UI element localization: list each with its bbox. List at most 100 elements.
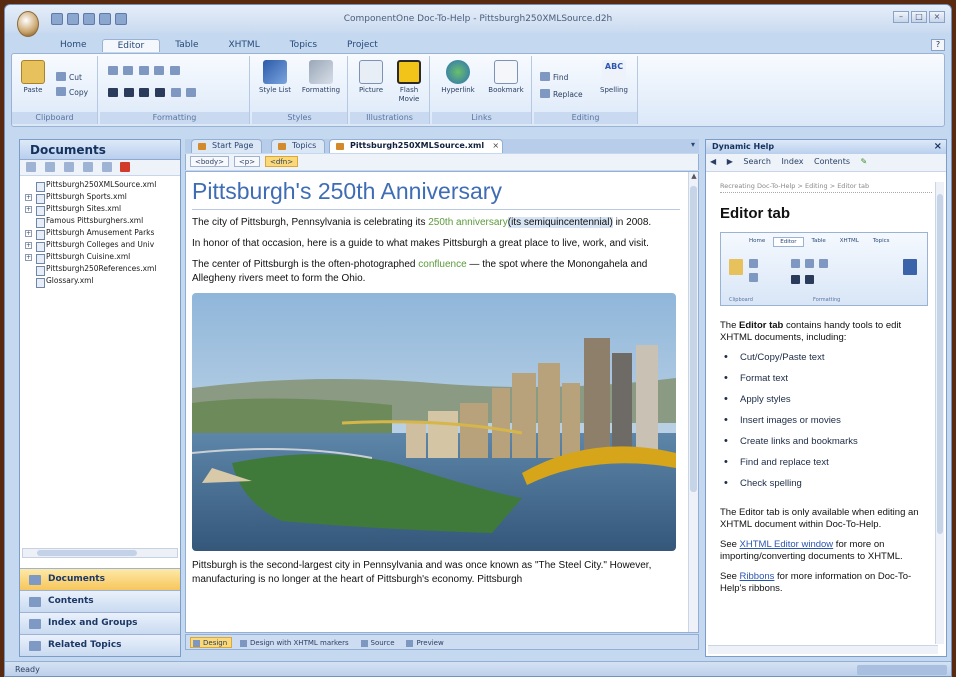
nav-contents[interactable]: Contents — [20, 590, 180, 612]
expand-icon[interactable]: + — [25, 242, 32, 249]
delete-icon[interactable] — [120, 162, 131, 172]
documents-scrollbar[interactable] — [22, 548, 178, 558]
scroll-thumb[interactable] — [937, 194, 943, 534]
nav-documents[interactable]: Documents — [20, 568, 180, 590]
superscript-icon[interactable] — [154, 88, 165, 97]
city-photo[interactable] — [192, 293, 676, 551]
paste-button[interactable]: Paste — [14, 60, 52, 95]
font-color-icon[interactable] — [170, 88, 181, 97]
help-heading: Editor tab — [720, 205, 790, 222]
tab-home[interactable]: Home — [45, 39, 102, 52]
add-document-icon[interactable] — [26, 162, 36, 172]
view-design-markers[interactable]: Design with XHTML markers — [238, 638, 353, 649]
minimize-icon[interactable]: – — [893, 11, 909, 23]
italic-icon — [805, 275, 814, 284]
flash-movie-button[interactable]: Flash Movie — [390, 60, 428, 104]
spelling-button[interactable]: ABC Spelling — [594, 60, 634, 95]
list-item[interactable]: + Pittsburgh Cuisine.xml — [20, 252, 180, 264]
copy-button[interactable]: Copy — [56, 87, 88, 97]
back-icon[interactable]: ◀ — [710, 157, 716, 166]
expand-icon[interactable]: + — [25, 254, 32, 261]
style-list-button[interactable]: Style List — [256, 60, 294, 95]
indent-icon[interactable] — [169, 66, 180, 75]
help-breadcrumb[interactable]: Recreating Doc-To-Help > Editing > Edito… — [720, 182, 932, 193]
replace-button[interactable]: Replace — [540, 89, 583, 99]
tab-project[interactable]: Project — [332, 39, 393, 52]
pittsburgh-skyline-image — [192, 293, 676, 551]
subscript-icon[interactable] — [139, 88, 150, 97]
close-window-icon[interactable]: × — [929, 11, 945, 23]
scroll-thumb[interactable] — [37, 550, 137, 556]
bookmark-button[interactable]: Bookmark — [484, 60, 528, 95]
editor-scrollbar[interactable]: ▲ — [688, 172, 698, 632]
tab-editor[interactable]: Editor — [101, 39, 161, 52]
properties-icon[interactable] — [44, 162, 55, 172]
tab-table[interactable]: Table — [160, 39, 213, 52]
tag-p[interactable]: <p> — [233, 156, 261, 167]
tab-source-file[interactable]: Pittsburgh250XMLSource.xml × — [329, 139, 504, 153]
list-item[interactable]: + Pittsburgh Sports.xml — [20, 192, 180, 204]
clear-format-icon[interactable] — [154, 66, 165, 75]
list-item: Find and replace text — [720, 456, 932, 478]
xhtml-editor-link[interactable]: XHTML Editor window — [740, 539, 834, 550]
bullets-icon[interactable] — [108, 66, 118, 75]
tab-xhtml[interactable]: XHTML — [214, 39, 275, 52]
numbering-icon[interactable] — [123, 66, 134, 75]
term-link[interactable]: confluence — [418, 259, 466, 270]
tab-list-icon[interactable]: ▾ — [691, 140, 695, 149]
tag-dfn[interactable]: <dfn> — [264, 156, 299, 167]
view-source[interactable]: Source — [359, 638, 399, 649]
help-scrollbar[interactable] — [935, 182, 944, 644]
view-mode-bar: Design Design with XHTML markers Source … — [185, 634, 699, 650]
list-item[interactable]: + Pittsburgh Sites.xml — [20, 204, 180, 216]
scroll-up-icon[interactable]: ▲ — [689, 172, 698, 182]
status-bar: Ready — [5, 661, 951, 676]
font-size-icon[interactable] — [138, 66, 149, 75]
tag-body[interactable]: <body> — [190, 156, 230, 167]
view-design[interactable]: Design — [190, 637, 233, 648]
title-bar: ComponentOne Doc-To-Help - Pittsburgh250… — [5, 5, 951, 37]
expand-icon[interactable]: + — [25, 194, 32, 201]
nav-related-topics[interactable]: Related Topics — [20, 634, 180, 656]
list-item[interactable]: + Pittsburgh Amusement Parks — [20, 228, 180, 240]
tab-topics[interactable]: Topics — [275, 39, 332, 52]
pin-icon[interactable]: ✎ — [861, 157, 868, 166]
list-item[interactable]: Glossary.xml — [20, 276, 180, 288]
picture-button[interactable]: Picture — [352, 60, 390, 95]
list-item[interactable]: Pittsburgh250XMLSource.xml — [20, 180, 180, 192]
tab-topics-doc[interactable]: Topics — [271, 139, 326, 153]
help-icon[interactable]: ? — [931, 39, 945, 51]
nav-index-and-groups[interactable]: Index and Groups — [20, 612, 180, 634]
help-horizontal-scrollbar[interactable] — [708, 645, 938, 654]
expand-icon[interactable]: + — [25, 230, 32, 237]
new-document-icon[interactable] — [63, 162, 74, 172]
find-button[interactable]: Find — [540, 72, 568, 82]
forward-icon[interactable]: ▶ — [727, 157, 733, 166]
ribbons-link[interactable]: Ribbons — [740, 571, 775, 582]
list-item: Cut/Copy/Paste text — [720, 351, 932, 373]
cut-button[interactable]: Cut — [56, 72, 82, 82]
close-help-icon[interactable]: × — [934, 141, 942, 152]
help-index-button[interactable]: Index — [781, 157, 803, 166]
help-contents-button[interactable]: Contents — [814, 157, 850, 166]
list-item[interactable]: Pittsburgh250References.xml — [20, 264, 180, 276]
close-tab-icon[interactable]: × — [492, 141, 499, 150]
clear-icon[interactable] — [186, 88, 197, 97]
link-document-icon[interactable] — [82, 162, 93, 172]
editor-area[interactable]: Pittsburgh's 250th Anniversary The city … — [185, 171, 699, 633]
scroll-thumb[interactable] — [690, 186, 697, 492]
move-document-icon[interactable] — [101, 162, 112, 172]
bold-icon[interactable] — [108, 88, 118, 97]
list-item[interactable]: + Pittsburgh Colleges and Univ — [20, 240, 180, 252]
term-link[interactable]: 250th anniversary — [428, 217, 508, 228]
italic-icon[interactable] — [123, 88, 134, 97]
help-search-button[interactable]: Search — [743, 157, 770, 166]
hyperlink-button[interactable]: Hyperlink — [436, 60, 480, 95]
expand-icon[interactable]: + — [25, 206, 32, 213]
list-item[interactable]: Famous Pittsburghers.xml — [20, 216, 180, 228]
view-preview[interactable]: Preview — [404, 638, 447, 649]
maximize-icon[interactable]: □ — [911, 11, 927, 23]
help-paragraph: The Editor tab contains handy tools to e… — [720, 320, 902, 343]
formatting-button[interactable]: Formatting — [298, 60, 344, 95]
tab-start-page[interactable]: Start Page — [191, 139, 263, 153]
